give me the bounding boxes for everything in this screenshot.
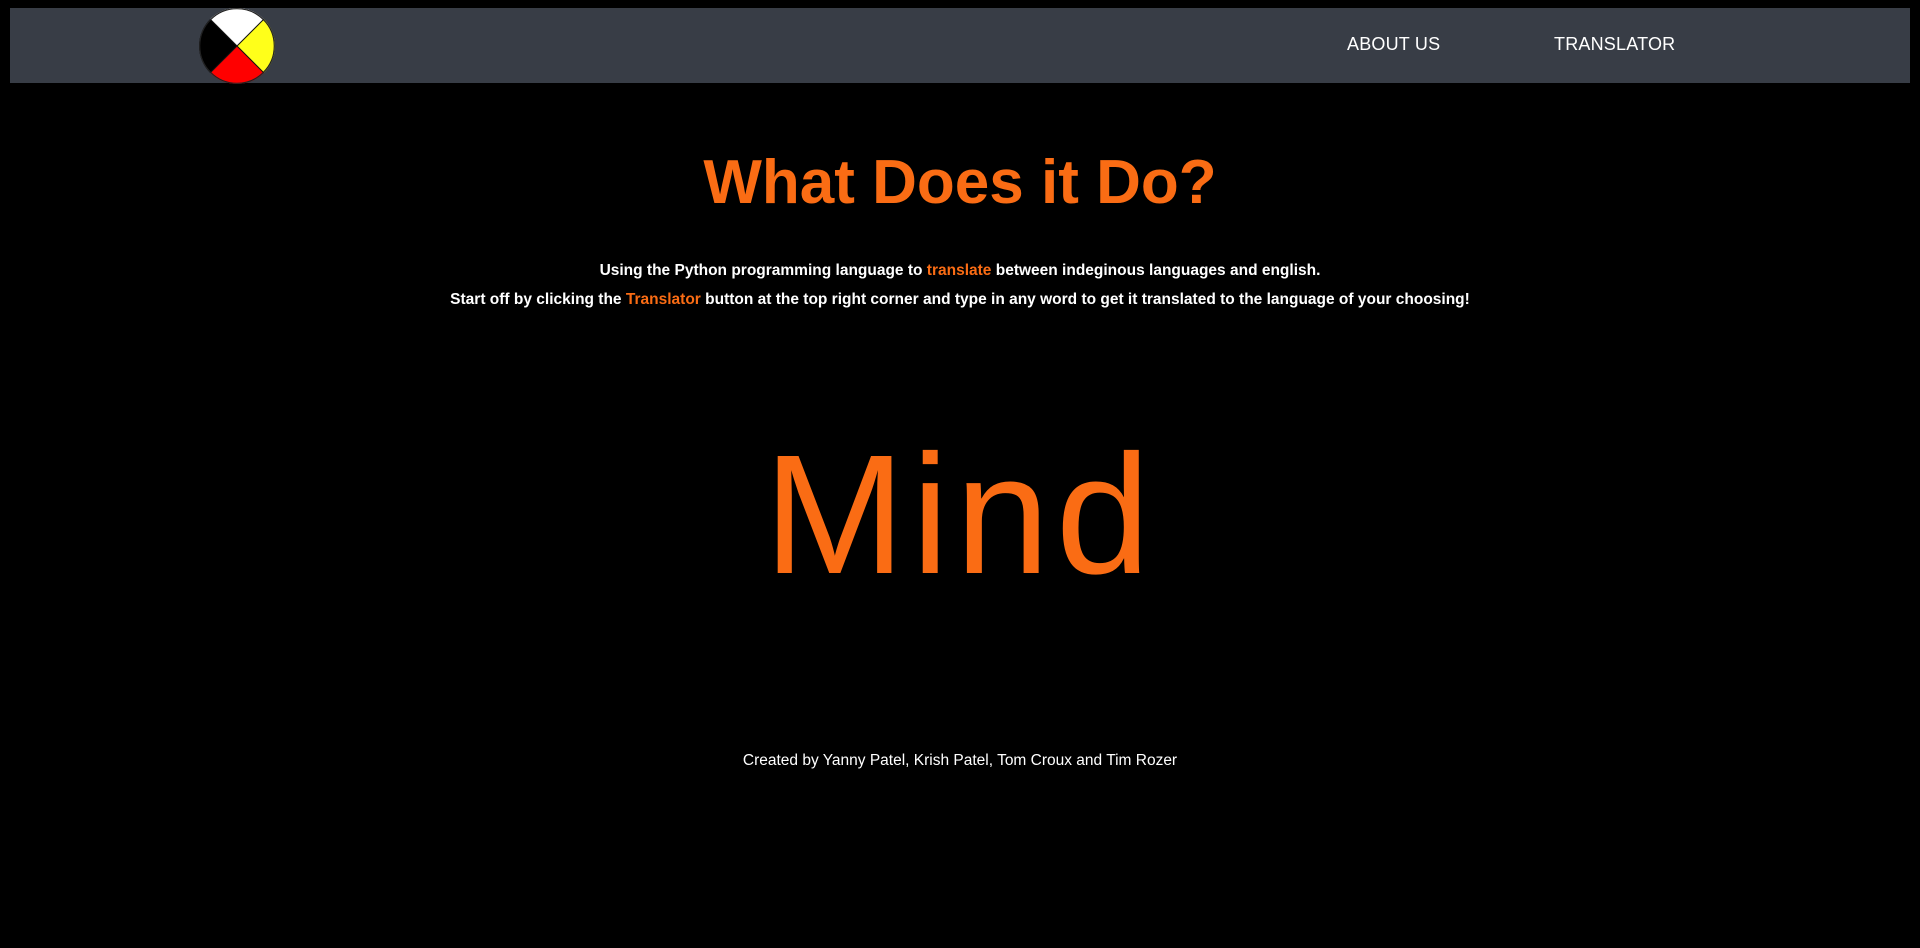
navbar: ABOUT US TRANSLATOR xyxy=(10,8,1910,84)
footer-credit: Created by Yanny Patel, Krish Patel, Tom… xyxy=(742,752,1178,769)
page: ABOUT US TRANSLATOR What Does it Do? Usi… xyxy=(0,0,1920,948)
description-line-1: Using the Python programming language to… xyxy=(0,261,1920,281)
description-line-2-text-after: button at the top right corner and type … xyxy=(700,291,1470,308)
nav-translator-link[interactable]: TRANSLATOR xyxy=(1554,34,1675,55)
featured-word: Mind xyxy=(763,420,1157,610)
page-title: What Does it Do? xyxy=(703,148,1217,217)
description-line-1-text-before: Using the Python programming language to xyxy=(599,262,927,279)
translate-highlight: translate xyxy=(926,262,992,279)
nav-about-us-link[interactable]: ABOUT US xyxy=(1347,34,1440,55)
translator-highlight: Translator xyxy=(625,291,701,308)
description-line-2-text-before: Start off by clicking the xyxy=(450,291,626,308)
medicine-wheel-icon[interactable] xyxy=(199,8,275,84)
description-line-2: Start off by clicking the Translator but… xyxy=(0,290,1920,310)
description-line-1-text-after: between indeginous languages and english… xyxy=(991,262,1321,279)
